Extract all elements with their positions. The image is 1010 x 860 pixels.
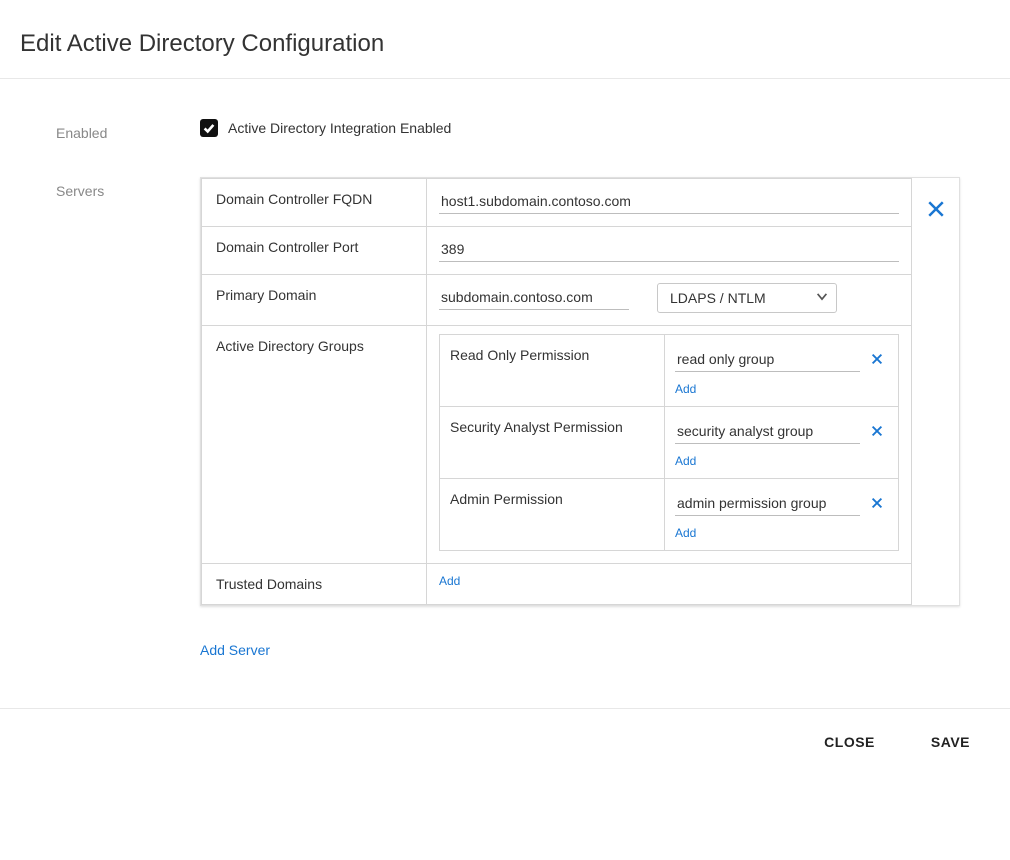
remove-server-button[interactable] bbox=[912, 178, 959, 218]
add-admin-group-link[interactable]: Add bbox=[675, 526, 696, 540]
fqdn-label: Domain Controller FQDN bbox=[202, 179, 427, 227]
enabled-checkbox[interactable] bbox=[200, 119, 218, 137]
primary-domain-label: Primary Domain bbox=[202, 275, 427, 326]
check-icon bbox=[202, 121, 216, 135]
close-button[interactable]: CLOSE bbox=[818, 733, 881, 751]
trusted-domains-label: Trusted Domains bbox=[202, 564, 427, 605]
analyst-perm-label: Security Analyst Permission bbox=[440, 407, 665, 479]
fqdn-input[interactable] bbox=[439, 187, 899, 214]
enabled-checkbox-label: Active Directory Integration Enabled bbox=[228, 120, 451, 136]
admin-perm-label: Admin Permission bbox=[440, 479, 665, 551]
server-form-table: Domain Controller FQDN Domain Controller… bbox=[201, 178, 912, 605]
primary-domain-input[interactable] bbox=[439, 283, 629, 310]
port-input[interactable] bbox=[439, 235, 899, 262]
groups-table: Read Only Permission bbox=[439, 334, 899, 551]
add-trusted-domain-link[interactable]: Add bbox=[439, 574, 460, 588]
analyst-group-input[interactable] bbox=[675, 417, 860, 444]
enabled-label: Enabled bbox=[0, 119, 200, 141]
server-card: Domain Controller FQDN Domain Controller… bbox=[200, 177, 960, 606]
read-only-group-input[interactable] bbox=[675, 345, 860, 372]
servers-label: Servers bbox=[0, 177, 200, 199]
add-server-link[interactable]: Add Server bbox=[200, 606, 270, 658]
groups-label: Active Directory Groups bbox=[202, 326, 427, 564]
close-icon bbox=[927, 200, 945, 218]
page-title: Edit Active Directory Configuration bbox=[0, 0, 1010, 78]
close-icon bbox=[870, 424, 884, 438]
remove-analyst-group-button[interactable] bbox=[866, 420, 888, 442]
port-label: Domain Controller Port bbox=[202, 227, 427, 275]
add-analyst-group-link[interactable]: Add bbox=[675, 454, 696, 468]
remove-admin-group-button[interactable] bbox=[866, 492, 888, 514]
add-read-only-group-link[interactable]: Add bbox=[675, 382, 696, 396]
remove-read-only-group-button[interactable] bbox=[866, 348, 888, 370]
close-icon bbox=[870, 496, 884, 510]
admin-group-input[interactable] bbox=[675, 489, 860, 516]
auth-method-select[interactable]: LDAPS / NTLM bbox=[657, 283, 837, 313]
close-icon bbox=[870, 352, 884, 366]
read-only-perm-label: Read Only Permission bbox=[440, 335, 665, 407]
save-button[interactable]: SAVE bbox=[925, 733, 976, 751]
